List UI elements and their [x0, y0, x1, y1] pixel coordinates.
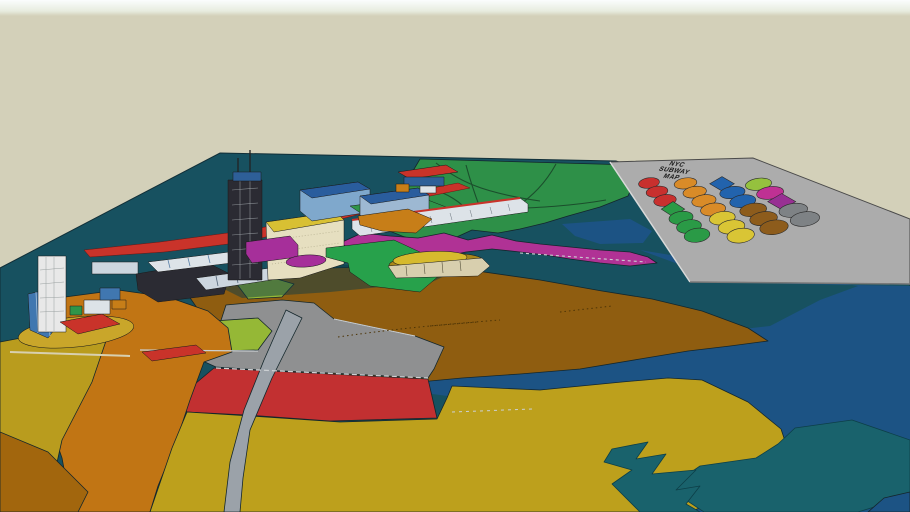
building-small-1 — [84, 300, 110, 314]
building-small-orange — [112, 300, 126, 309]
building-row-small — [92, 262, 138, 274]
dark-tower-blue-top — [233, 172, 261, 181]
building-redblue-body — [404, 177, 444, 186]
model-canvas: NYC SUBWAY MAP — [0, 0, 910, 512]
building-small-green — [70, 306, 82, 315]
building-small-2 — [100, 288, 120, 300]
building-redblue-orange — [396, 184, 409, 192]
building-white-tower-left — [38, 256, 66, 332]
building-redblue-white — [420, 186, 436, 193]
model-viewport[interactable]: NYC SUBWAY MAP — [0, 0, 910, 512]
